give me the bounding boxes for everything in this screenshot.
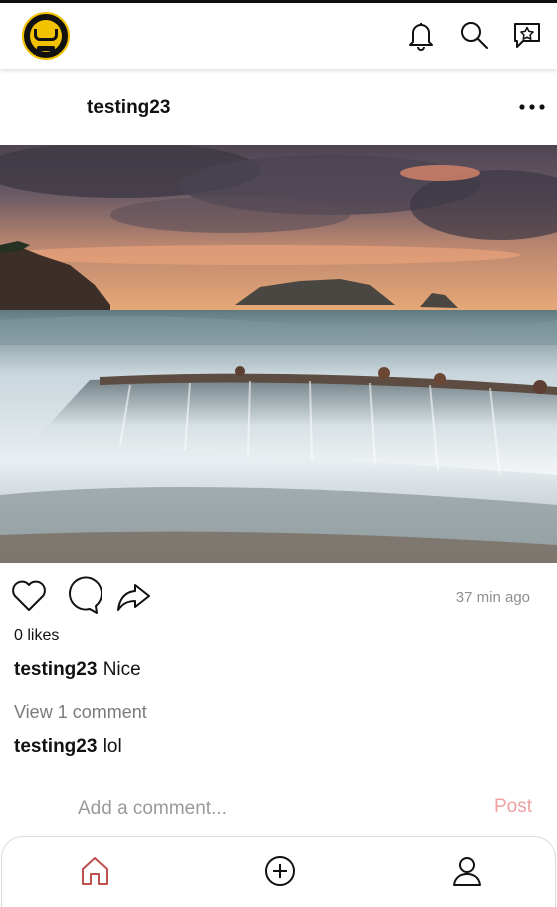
search-button[interactable] (456, 17, 492, 53)
post-timestamp: 37 min ago (455, 589, 530, 606)
logo-year-mark (37, 46, 55, 51)
comment-icon (69, 576, 102, 614)
seascape-image (0, 145, 557, 563)
caption-text: Nice (102, 659, 141, 680)
profile-icon (453, 857, 481, 886)
nav-add-post[interactable] (260, 851, 300, 891)
add-comment-input[interactable] (78, 796, 458, 822)
add-post-icon (265, 856, 295, 886)
messages-star-icon (514, 23, 540, 48)
nav-home[interactable] (75, 851, 115, 891)
post-photo[interactable] (0, 145, 557, 563)
logo-mark (34, 29, 58, 41)
top-app-bar (0, 3, 557, 69)
bell-icon (409, 23, 433, 51)
comment-text: lol (102, 736, 122, 757)
search-icon (461, 22, 488, 49)
nav-profile[interactable] (447, 851, 487, 891)
comment-item: testing23 lol (14, 736, 122, 758)
caption-username[interactable]: testing23 (14, 659, 97, 680)
like-button[interactable] (8, 575, 50, 617)
likes-count[interactable]: 0 likes (14, 627, 59, 645)
share-button[interactable] (112, 575, 154, 617)
notifications-button[interactable] (403, 17, 439, 53)
more-options-button[interactable] (517, 92, 547, 122)
heart-icon (12, 580, 46, 611)
post-comment-button[interactable]: Post (494, 796, 532, 818)
home-icon (82, 857, 108, 885)
app-logo[interactable] (22, 12, 70, 60)
post-header: testing23 (0, 72, 557, 144)
more-horizontal-icon (519, 104, 545, 110)
comment-username[interactable]: testing23 (14, 736, 97, 757)
post-author[interactable]: testing23 (87, 97, 170, 119)
view-comments-link[interactable]: View 1 comment (14, 702, 147, 723)
add-comment-row: Post (0, 788, 557, 832)
share-icon (117, 584, 150, 611)
comment-button[interactable] (61, 575, 103, 617)
messages-button[interactable] (509, 17, 545, 53)
post-actions: 37 min ago (0, 573, 557, 623)
bottom-navigation (1, 836, 556, 907)
post-caption: testing23 Nice (14, 659, 141, 681)
